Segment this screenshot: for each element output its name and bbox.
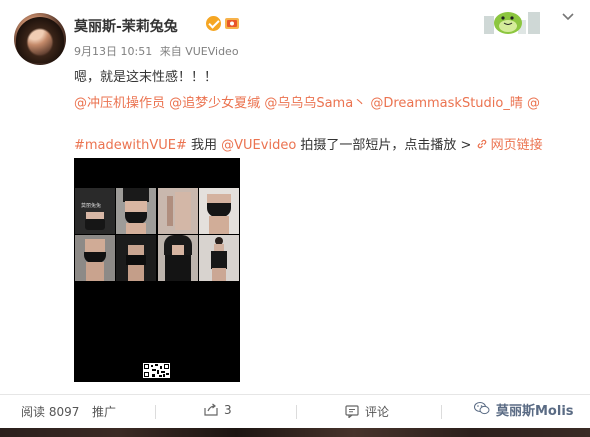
video-frame <box>158 235 198 281</box>
next-post-preview <box>0 428 590 437</box>
comment-icon <box>345 405 359 418</box>
vuevideo-mention-link[interactable]: @VUEvideo <box>221 138 296 153</box>
wechat-watermark: 莫丽斯Molis <box>496 404 574 419</box>
video-thumbnail[interactable]: 莫丽兔兔 <box>74 158 240 382</box>
chevron-down-icon[interactable] <box>561 12 575 22</box>
footer-separator <box>155 405 156 419</box>
post-text-mid: 我用 <box>186 138 222 153</box>
video-frame <box>199 188 239 234</box>
hashtag-link[interactable]: #madewithVUE# <box>74 138 187 153</box>
comment-button[interactable]: 评论 <box>345 403 389 420</box>
post-meta: 9月13日 10:51 来自 VUEVideo <box>74 43 243 59</box>
footer-separator <box>296 405 297 419</box>
web-link[interactable]: 网页链接 <box>476 138 543 153</box>
share-count: 3 <box>224 403 232 417</box>
post-source[interactable]: 来自 VUEVideo <box>160 45 239 58</box>
mentions-line: @冲压机操作员 @追梦少女夏缄 @乌乌乌Sama丶 @DreammaskStud… <box>74 92 540 111</box>
mention-link[interactable]: @ <box>527 96 540 111</box>
video-brand: 莫丽兔兔 <box>81 203 102 209</box>
video-frame <box>75 235 115 281</box>
post-date[interactable]: 9月13日 10:51 <box>74 45 152 58</box>
video-frame <box>199 235 239 281</box>
post-text: 嗯，就是这末性感！！！ <box>74 70 218 85</box>
mention-link[interactable]: @追梦少女夏缄 <box>169 96 260 111</box>
post-text-tail: 拍摄了一部短片，点击播放 > <box>296 138 472 153</box>
footer-divider <box>0 394 590 395</box>
mention-link[interactable]: @冲压机操作员 <box>74 96 165 111</box>
promote-button[interactable]: 推广 <box>92 403 116 420</box>
dino-mascot-icon <box>484 12 540 34</box>
mention-link[interactable]: @DreammaskStudio_晴 <box>370 96 523 111</box>
link-icon <box>477 139 486 149</box>
web-link-label: 网页链接 <box>490 138 543 153</box>
vip-badge-icon[interactable] <box>224 15 240 31</box>
share-icon <box>204 403 218 416</box>
verified-icon <box>206 16 221 31</box>
share-button[interactable]: 3 <box>204 403 232 417</box>
weibo-post-card: 莫丽斯-茉莉兔兔 9月13日 10:51 来自 VUEVideo 嗯，就是这末性… <box>0 0 590 437</box>
video-frame: 莫丽兔兔 <box>75 188 115 234</box>
avatar[interactable] <box>14 13 66 65</box>
video-frame <box>158 188 198 234</box>
read-count: 阅读 8097 <box>21 405 80 419</box>
comment-label: 评论 <box>365 405 390 419</box>
video-frame <box>116 188 156 234</box>
wechat-icon <box>474 402 490 415</box>
qr-code-icon <box>143 363 170 378</box>
username[interactable]: 莫丽斯-茉莉兔兔 <box>74 16 178 36</box>
hashtag-line: #madewithVUE# 我用 @VUEvideo 拍摄了一部短片，点击播放 … <box>74 134 543 153</box>
footer-separator <box>441 405 442 419</box>
mention-link[interactable]: @乌乌乌Sama丶 <box>264 96 366 111</box>
video-frame <box>116 235 156 281</box>
